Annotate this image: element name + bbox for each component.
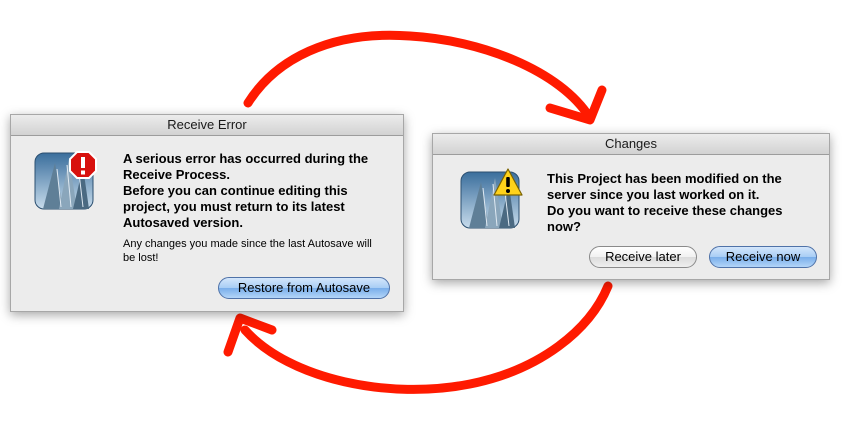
warning-triangle-icon [493,168,523,196]
dialog-title: Changes [433,134,829,155]
receive-now-button[interactable]: Receive now [709,246,817,268]
changes-dialog: Changes This Project has been modified o… [432,133,830,280]
arrowhead-to-changes [545,85,607,125]
stop-error-icon [69,151,97,179]
receive-later-button[interactable]: Receive later [589,246,697,268]
error-detail: Any changes you made since the last Auto… [123,238,372,264]
receive-error-dialog: Receive Error A serious error has occurr… [10,114,404,312]
error-message: A serious error has occurred during the … [123,151,369,230]
arrowhead-to-error [223,313,277,357]
dialog-title: Receive Error [11,115,403,136]
arrow-to-changes [243,30,595,123]
changes-message: This Project has been modified on the se… [547,171,783,234]
restore-from-autosave-button[interactable]: Restore from Autosave [218,277,390,299]
